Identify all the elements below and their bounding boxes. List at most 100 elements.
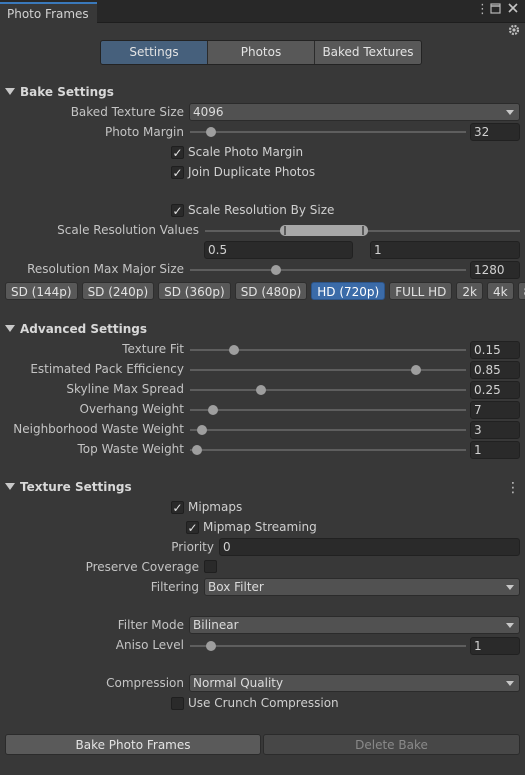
filtering-dropdown[interactable]: Box Filter [204, 578, 520, 596]
preset-sd-480p-button[interactable]: SD (480p) [234, 282, 308, 300]
window-tab[interactable]: Photo Frames [0, 2, 97, 23]
top-waste-weight-track[interactable] [190, 449, 466, 451]
neighborhood-waste-weight-field[interactable]: 3 [470, 421, 520, 439]
preset-full-hd-button[interactable]: FULL HD [389, 282, 453, 300]
neighborhood-waste-weight-track[interactable] [190, 429, 466, 431]
foldout-arrow-icon [5, 325, 15, 332]
window-tab-label: Photo Frames [7, 7, 89, 21]
delete-bake-button[interactable]: Delete Bake [263, 734, 520, 755]
baked-texture-size-value: 4096 [193, 105, 224, 119]
close-icon[interactable] [508, 3, 518, 17]
photo-margin-slider-thumb[interactable] [206, 127, 216, 137]
preset-8k-button[interactable]: 8k [517, 282, 525, 300]
filtering-label: Filtering [150, 580, 199, 594]
aniso-level-label: Aniso Level [115, 638, 184, 652]
photo-margin-slider-track[interactable] [190, 131, 466, 133]
overhang-weight-track[interactable] [190, 409, 466, 411]
resolution-max-major-size-label: Resolution Max Major Size [27, 262, 184, 276]
advanced-settings-header[interactable]: Advanced Settings [5, 322, 147, 336]
filter-mode-value: Bilinear [193, 618, 239, 632]
preset-sd-144p-button[interactable]: SD (144p) [5, 282, 78, 300]
resolution-max-major-size-thumb[interactable] [271, 265, 281, 275]
min-handle[interactable] [284, 226, 286, 235]
bake-settings-header[interactable]: Bake Settings [5, 85, 114, 99]
tab-settings[interactable]: Settings [101, 41, 208, 64]
estimated-pack-efficiency-label: Estimated Pack Efficiency [30, 362, 184, 376]
chevron-down-icon [506, 681, 514, 686]
estimated-pack-efficiency-track[interactable] [190, 369, 466, 371]
scale-resolution-by-size-label: Scale Resolution By Size [188, 203, 335, 217]
overhang-weight-field[interactable]: 7 [470, 401, 520, 419]
estimated-pack-efficiency-thumb[interactable] [411, 365, 421, 375]
scale-photo-margin-label: Scale Photo Margin [188, 145, 304, 159]
maximize-icon[interactable] [490, 3, 501, 18]
aniso-level-track[interactable] [190, 645, 466, 647]
neighborhood-waste-weight-thumb[interactable] [197, 425, 207, 435]
chevron-down-icon [506, 623, 514, 628]
texture-fit-label: Texture Fit [122, 342, 184, 356]
view-toolbar: Settings Photos Baked Textures [100, 40, 422, 65]
tab-photos[interactable]: Photos [208, 41, 315, 64]
chevron-down-icon [506, 585, 514, 590]
aniso-level-thumb[interactable] [206, 641, 216, 651]
preserve-coverage-checkbox[interactable] [204, 560, 217, 573]
preserve-coverage-label: Preserve Coverage [85, 560, 199, 574]
texture-fit-field[interactable]: 0.15 [470, 341, 520, 359]
bake-settings-title: Bake Settings [20, 85, 114, 99]
neighborhood-waste-weight-label: Neighborhood Waste Weight [13, 422, 184, 436]
mipmap-streaming-checkbox[interactable]: ✓ [186, 521, 199, 534]
texture-settings-header[interactable]: Texture Settings [5, 480, 132, 494]
compression-label: Compression [106, 676, 184, 690]
scale-resolution-values-label: Scale Resolution Values [57, 223, 199, 237]
skyline-max-spread-label: Skyline Max Spread [66, 382, 184, 396]
overhang-weight-label: Overhang Weight [79, 402, 184, 416]
join-duplicate-photos-checkbox[interactable]: ✓ [171, 166, 184, 179]
priority-field[interactable]: 0 [219, 538, 520, 556]
resolution-max-major-size-track[interactable] [190, 269, 466, 271]
compression-dropdown[interactable]: Normal Quality [189, 674, 520, 692]
preset-4k-button[interactable]: 4k [486, 282, 514, 300]
bake-photo-frames-button[interactable]: Bake Photo Frames [5, 734, 261, 755]
preset-sd-240p-button[interactable]: SD (240p) [81, 282, 155, 300]
texture-fit-thumb[interactable] [229, 345, 239, 355]
scale-photo-margin-checkbox[interactable]: ✓ [171, 146, 184, 159]
filter-mode-label: Filter Mode [117, 618, 184, 632]
max-handle[interactable] [362, 226, 364, 235]
photo-margin-label: Photo Margin [104, 125, 184, 139]
top-waste-weight-field[interactable]: 1 [470, 441, 520, 459]
resolution-max-major-size-field[interactable]: 1280 [470, 261, 520, 279]
baked-texture-size-dropdown[interactable]: 4096 [189, 103, 520, 121]
preset-sd-360p-button[interactable]: SD (360p) [158, 282, 231, 300]
more-options-icon[interactable]: ⋮ [506, 481, 520, 495]
aniso-level-field[interactable]: 1 [470, 637, 520, 655]
preset-2k-button[interactable]: 2k [456, 282, 483, 300]
min-max-slider-range[interactable] [280, 225, 368, 236]
chevron-down-icon [506, 110, 514, 115]
photo-margin-field[interactable]: 32 [470, 123, 520, 141]
mipmaps-checkbox[interactable]: ✓ [171, 501, 184, 514]
gear-icon[interactable] [508, 24, 520, 39]
foldout-arrow-icon [5, 483, 15, 490]
top-waste-weight-label: Top Waste Weight [77, 442, 184, 456]
texture-settings-title: Texture Settings [20, 480, 132, 494]
skyline-max-spread-thumb[interactable] [256, 385, 266, 395]
overhang-weight-thumb[interactable] [208, 405, 218, 415]
scale-resolution-max-field[interactable]: 1 [370, 241, 520, 259]
skyline-max-spread-field[interactable]: 0.25 [470, 381, 520, 399]
kebab-menu-icon[interactable]: ⋮ [476, 3, 489, 17]
estimated-pack-efficiency-field[interactable]: 0.85 [470, 361, 520, 379]
skyline-max-spread-track[interactable] [190, 389, 466, 391]
tab-baked-textures[interactable]: Baked Textures [315, 41, 421, 64]
priority-label: Priority [171, 540, 214, 554]
join-duplicate-photos-label: Join Duplicate Photos [188, 165, 316, 179]
resolution-presets: SD (144p) SD (240p) SD (360p) SD (480p) … [5, 282, 525, 300]
advanced-settings-title: Advanced Settings [20, 322, 148, 336]
scale-resolution-by-size-checkbox[interactable]: ✓ [171, 204, 184, 217]
filter-mode-dropdown[interactable]: Bilinear [189, 616, 520, 634]
baked-texture-size-label: Baked Texture Size [70, 105, 184, 119]
preset-hd-720p-button[interactable]: HD (720p) [311, 282, 386, 300]
use-crunch-compression-checkbox[interactable] [171, 697, 184, 710]
scale-resolution-min-field[interactable]: 0.5 [204, 241, 353, 259]
top-waste-weight-thumb[interactable] [192, 445, 202, 455]
mipmaps-label: Mipmaps [188, 500, 243, 514]
